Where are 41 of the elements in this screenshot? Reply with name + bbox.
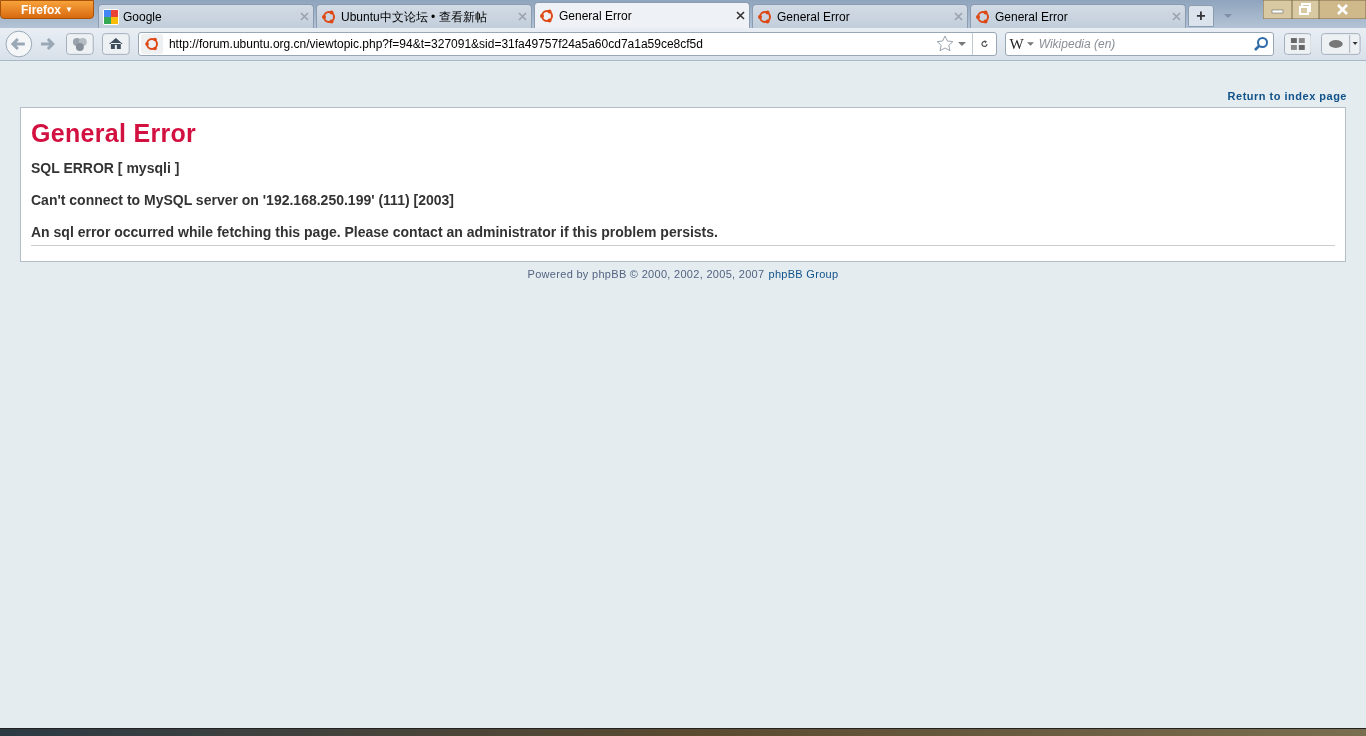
toolbar-icon[interactable] (66, 33, 95, 55)
close-icon[interactable] (736, 11, 745, 20)
ubuntu-icon (321, 8, 337, 25)
dropdown-icon[interactable] (1026, 42, 1034, 46)
tab-title: Google (123, 8, 163, 26)
dropdown-icon[interactable] (957, 42, 966, 46)
star-icon[interactable] (935, 35, 954, 53)
ubuntu-icon (539, 7, 555, 24)
maximize-icon[interactable] (1292, 0, 1319, 19)
new-tab-button[interactable]: + (1188, 5, 1214, 27)
browser-tab[interactable]: General Error (534, 2, 750, 28)
browser-tab[interactable]: General Error (970, 4, 1186, 28)
address-bar[interactable]: http://forum.ubuntu.org.cn/viewtopic.php?f=94&t=327091&sid=31fa49757f24a5a60cd7a1a59ce8cf5d (137, 32, 997, 56)
return-link[interactable]: Return to index page (1227, 88, 1347, 105)
footer-text: Powered by phpBB © 2000, 2002, 2005, 2007 (527, 266, 765, 282)
search-engine-icon[interactable]: W (1009, 32, 1024, 56)
browser-tab[interactable]: Google (98, 4, 314, 28)
back-icon[interactable] (5, 30, 33, 58)
google-icon (103, 8, 119, 25)
error-message: An sql error occurred while fetching this page. Please contact an administrator if this problem persists. (31, 223, 719, 240)
site-icon (140, 34, 163, 54)
url-text: http://forum.ubuntu.org.cn/viewtopic.php?f=94&t=327091&sid=31fa49757f24a5a60cd7a1a59ce8cf5d (168, 36, 703, 53)
error-message: Can't connect to MySQL server on '192.168.250.199' (111) [2003] (31, 191, 455, 208)
tab-title: General Error (777, 8, 851, 26)
search-bar[interactable]: W Wikipedia (en) (1004, 32, 1274, 56)
browser-tab[interactable]: Ubuntu中文论坛 • 查看新帖 (316, 4, 532, 28)
minimize-icon[interactable] (1263, 0, 1292, 19)
error-message: SQL ERROR [ mysqli ] (31, 159, 181, 176)
browser-tab[interactable]: General Error (752, 4, 968, 28)
ubuntu-icon (975, 8, 991, 25)
tab-title: Ubuntu中文论坛 • 查看新帖 (341, 8, 488, 26)
grid-icon[interactable] (1283, 33, 1312, 55)
footer-link[interactable]: phpBB Group (768, 265, 839, 282)
search-field[interactable]: Wikipedia (en) (1038, 35, 1253, 53)
tab-title: General Error (559, 7, 633, 25)
search-icon[interactable] (1252, 36, 1269, 52)
addon-icon[interactable] (1321, 33, 1361, 55)
tab-title: General Error (995, 8, 1069, 26)
home-icon[interactable] (102, 33, 130, 55)
ubuntu-icon (757, 8, 773, 25)
error-heading: General Error (31, 117, 198, 148)
